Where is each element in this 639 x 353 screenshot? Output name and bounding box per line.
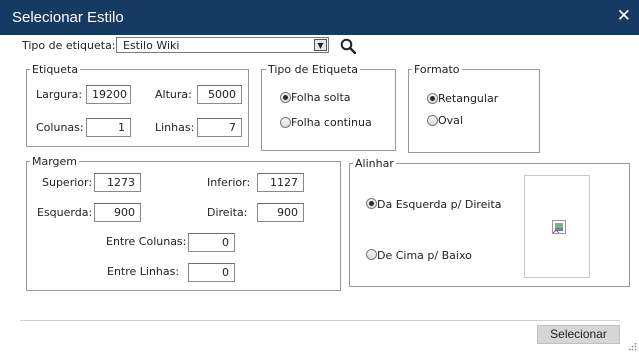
title-bar: Selecionar Estilo ✕: [0, 0, 639, 35]
footer-divider: [20, 320, 620, 321]
superior-label: Superior:: [42, 176, 93, 189]
cima-baixo-label: De Cima p/ Baixo: [377, 249, 472, 262]
esquerda-field[interactable]: 900: [94, 203, 141, 222]
formato-group: [408, 69, 540, 153]
tipo-etiqueta-select[interactable]: Estilo Wiki ▼: [116, 37, 329, 53]
retangular-radio[interactable]: [427, 93, 438, 104]
tipo-etiqueta-group: [261, 69, 396, 151]
cima-baixo-radio[interactable]: [366, 249, 377, 260]
linhas-field[interactable]: 7: [197, 118, 242, 137]
window-title: Selecionar Estilo: [12, 9, 124, 26]
altura-field[interactable]: 5000: [197, 85, 242, 104]
colunas-field[interactable]: 1: [86, 118, 131, 137]
close-icon[interactable]: ✕: [617, 8, 631, 25]
tipo-etiqueta-legend: Tipo de Etiqueta: [266, 63, 360, 76]
largura-field[interactable]: 19200: [86, 85, 131, 104]
folha-continua-radio[interactable]: [280, 117, 291, 128]
linhas-label: Linhas:: [155, 121, 195, 134]
alinhar-legend: Alinhar: [353, 157, 396, 170]
retangular-label: Retangular: [438, 92, 499, 105]
etiqueta-legend: Etiqueta: [30, 63, 81, 76]
resize-grip-icon[interactable]: [629, 343, 637, 351]
colunas-label: Colunas:: [36, 121, 84, 134]
tipo-etiqueta-value: Estilo Wiki: [123, 39, 180, 52]
entre-linhas-field[interactable]: 0: [188, 263, 235, 282]
altura-label: Altura:: [155, 88, 192, 101]
oval-radio[interactable]: [427, 115, 438, 126]
alignment-preview: [524, 175, 590, 278]
folha-solta-label: Folha solta: [291, 91, 351, 104]
oval-label: Oval: [438, 114, 463, 127]
folha-solta-radio[interactable]: [280, 92, 291, 103]
largura-label: Largura:: [36, 88, 83, 101]
broken-image-icon: [552, 220, 566, 234]
tipo-etiqueta-label: Tipo de etiqueta:: [22, 39, 116, 52]
inferior-label: Inferior:: [207, 176, 251, 189]
direita-label: Direita:: [207, 206, 248, 219]
formato-legend: Formato: [412, 63, 462, 76]
direita-field[interactable]: 900: [257, 203, 304, 222]
chevron-down-icon[interactable]: ▼: [314, 39, 327, 51]
esquerda-direita-radio[interactable]: [366, 198, 377, 209]
selecionar-button[interactable]: Selecionar: [537, 325, 620, 344]
search-icon[interactable]: [340, 38, 356, 54]
inferior-field[interactable]: 1127: [257, 173, 304, 192]
entre-colunas-label: Entre Colunas:: [106, 235, 187, 248]
entre-colunas-field[interactable]: 0: [188, 233, 235, 252]
folha-continua-label: Folha continua: [291, 116, 372, 129]
margem-legend: Margem: [30, 155, 80, 168]
esquerda-direita-label: Da Esquerda p/ Direita: [377, 198, 502, 211]
superior-field[interactable]: 1273: [94, 173, 141, 192]
esquerda-label: Esquerda:: [37, 206, 93, 219]
entre-linhas-label: Entre Linhas:: [107, 265, 180, 278]
